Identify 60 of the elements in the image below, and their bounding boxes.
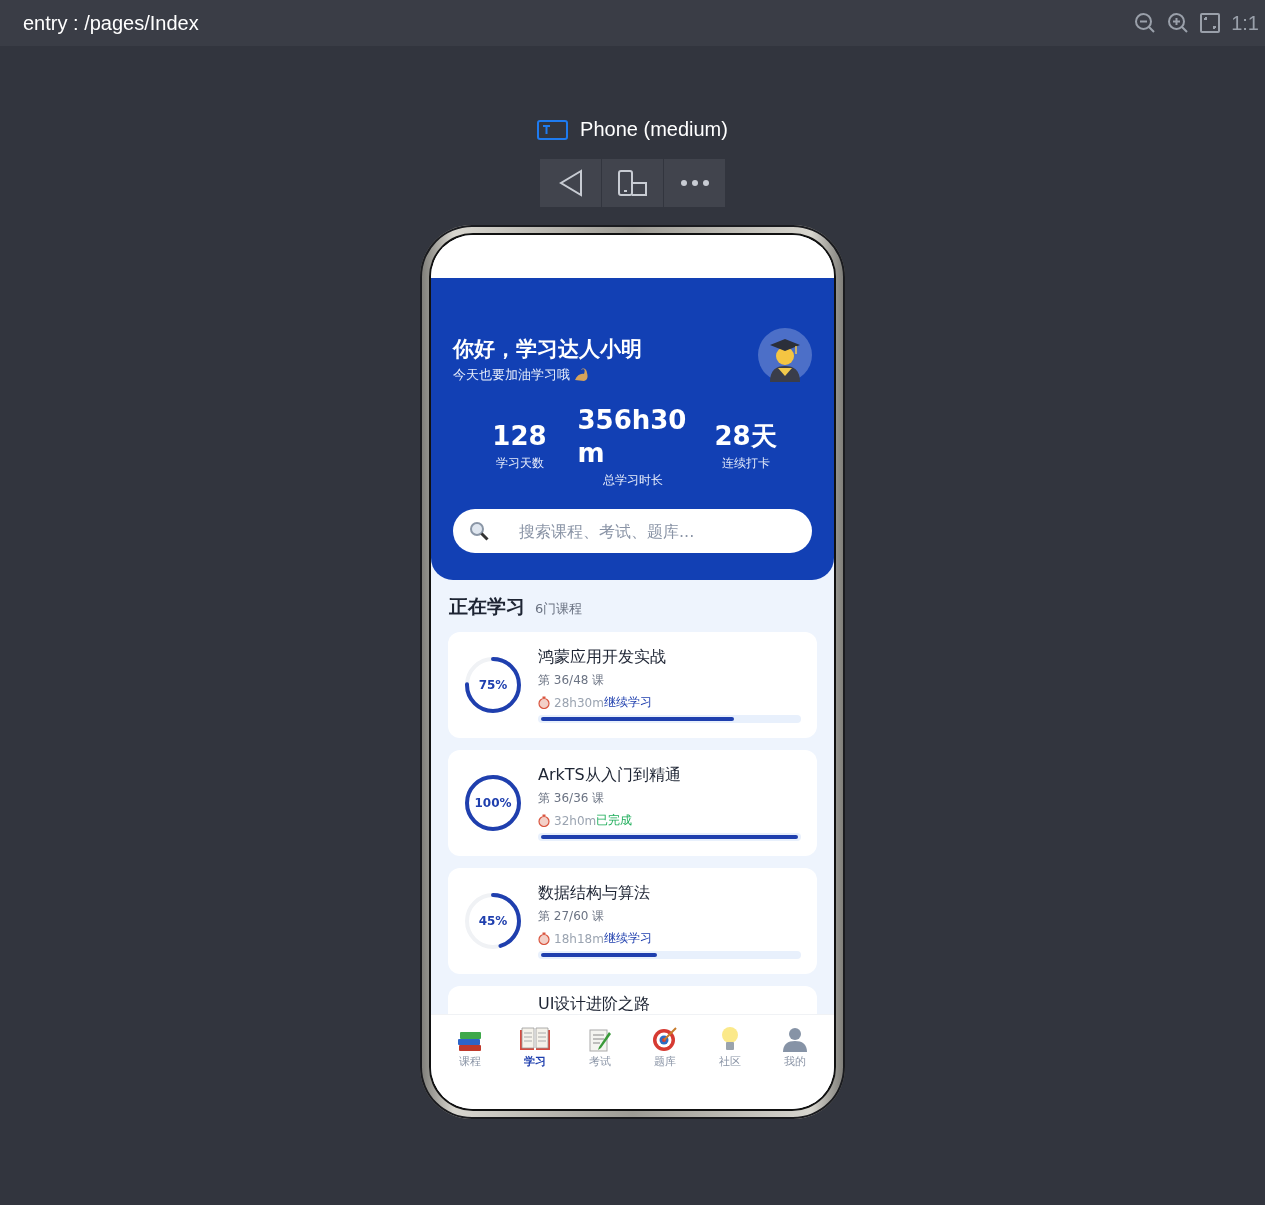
progress-percent: 100% bbox=[474, 796, 512, 810]
open-book-icon bbox=[518, 1026, 551, 1052]
actual-size-button[interactable]: 1:1 bbox=[1231, 11, 1259, 35]
study-time: 18h18m bbox=[554, 931, 604, 946]
course-count: 6门课程 bbox=[535, 600, 583, 618]
books-icon bbox=[456, 1030, 483, 1052]
stopwatch-icon bbox=[538, 814, 550, 827]
person-icon bbox=[782, 1026, 809, 1052]
zoom-in-icon[interactable] bbox=[1167, 12, 1190, 34]
zoom-out-icon[interactable] bbox=[1134, 12, 1157, 34]
study-time: 28h30m bbox=[554, 695, 604, 710]
stat-label: 学习天数 bbox=[495, 455, 544, 472]
course-status[interactable]: 继续学习 bbox=[603, 930, 652, 947]
more-button[interactable] bbox=[664, 159, 725, 207]
rotate-button[interactable] bbox=[602, 159, 663, 207]
stat-value: 28天 bbox=[714, 420, 777, 453]
more-icon bbox=[679, 179, 710, 187]
device-name: Phone (medium) bbox=[580, 118, 728, 141]
page-path: entry : /pages/Index bbox=[23, 11, 199, 35]
stat-value: 128 bbox=[492, 420, 547, 453]
fit-screen-icon[interactable] bbox=[1200, 13, 1221, 33]
course-card[interactable]: 45% 数据结构与算法 第 27/60 课 18h18m继续学习 bbox=[448, 868, 817, 974]
course-title: 数据结构与算法 bbox=[538, 883, 651, 904]
section-title: 正在学习 bbox=[449, 594, 525, 619]
course-title: 鸿蒙应用开发实战 bbox=[538, 647, 667, 668]
progress-ring bbox=[463, 891, 523, 951]
lesson-count: 第 27/60 课 bbox=[538, 908, 606, 925]
course-title: ArkTS从入门到精通 bbox=[538, 765, 682, 786]
device-icon bbox=[537, 119, 569, 140]
search-field[interactable]: 搜索课程、考试、题库... bbox=[453, 509, 812, 553]
progress-percent: 45% bbox=[478, 914, 508, 928]
avatar[interactable] bbox=[758, 328, 812, 382]
course-card[interactable]: 100% ArkTS从入门到精通 第 36/36 课 32h0m已完成 bbox=[448, 750, 817, 856]
search-icon bbox=[469, 521, 489, 541]
course-card[interactable]: UI设计进阶之路 bbox=[448, 986, 817, 1016]
stat-label: 连续打卡 bbox=[721, 455, 770, 472]
tab-item[interactable]: 学习 bbox=[509, 1025, 560, 1069]
lesson-count: 第 36/36 课 bbox=[538, 790, 606, 807]
progress-ring bbox=[463, 773, 523, 833]
course-status[interactable]: 继续学习 bbox=[603, 694, 652, 711]
course-title: UI设计进阶之路 bbox=[538, 994, 652, 1015]
target-icon bbox=[652, 1026, 679, 1052]
lesson-count: 第 36/48 课 bbox=[538, 672, 606, 689]
back-button[interactable] bbox=[540, 159, 601, 207]
stat-label: 总学习时长 bbox=[602, 472, 663, 489]
flexed-arm-icon bbox=[574, 368, 590, 382]
stopwatch-icon bbox=[538, 932, 550, 945]
stopwatch-icon bbox=[538, 696, 550, 709]
stat-value: 356h30m bbox=[577, 404, 688, 470]
subtitle: 今天也要加油学习哦 bbox=[453, 366, 570, 384]
greeting: 你好，学习达人小明 bbox=[453, 336, 642, 363]
study-time: 32h0m bbox=[554, 813, 597, 828]
back-icon bbox=[557, 169, 584, 197]
course-card[interactable]: 75% 鸿蒙应用开发实战 第 36/48 课 28h30m继续学习 bbox=[448, 632, 817, 738]
memo-icon bbox=[588, 1028, 611, 1052]
progress-percent: 75% bbox=[478, 678, 508, 692]
progress-ring bbox=[463, 655, 523, 715]
search-input[interactable]: 搜索课程、考试、题库... bbox=[517, 520, 796, 542]
rotate-device-icon bbox=[616, 169, 649, 197]
light-bulb-icon bbox=[720, 1026, 741, 1052]
